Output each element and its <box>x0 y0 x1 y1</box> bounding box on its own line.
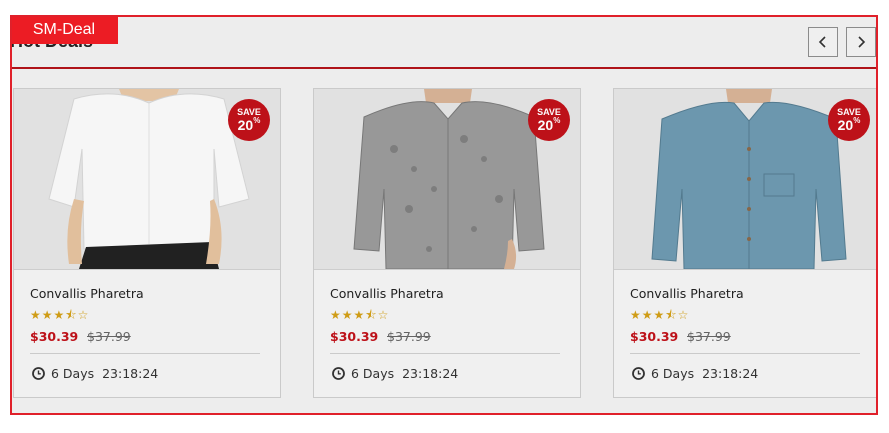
clock-icon <box>632 367 645 380</box>
product-price: $30.39 <box>30 329 79 344</box>
countdown-days: 6 Days <box>351 366 395 381</box>
rating-stars: ★★★⯪☆ <box>330 308 390 322</box>
clock-icon <box>32 367 45 380</box>
sale-badge: SAVE 20% <box>828 99 870 141</box>
heading-divider <box>12 67 876 69</box>
product-price: $30.39 <box>330 329 379 344</box>
module-tag: SM-Deal <box>12 17 118 44</box>
product-card[interactable]: SAVE 20% Convallis Pharetra ★★★⯪☆ $30.39… <box>613 88 876 398</box>
countdown-days: 6 Days <box>51 366 95 381</box>
sale-badge: SAVE 20% <box>228 99 270 141</box>
product-name[interactable]: Convallis Pharetra <box>630 286 744 301</box>
deal-module: SM-Deal Hot Deals SAVE 20 <box>10 15 878 415</box>
product-old-price: $37.99 <box>87 329 131 344</box>
rating-stars: ★★★⯪☆ <box>630 308 690 322</box>
product-card[interactable]: SAVE 20% Convallis Pharetra ★★★⯪☆ $30.39… <box>13 88 281 398</box>
product-price: $30.39 <box>630 329 679 344</box>
card-divider <box>630 353 860 354</box>
countdown: 6 Days 23:18:24 <box>32 366 158 381</box>
chevron-right-icon <box>858 36 866 48</box>
product-name[interactable]: Convallis Pharetra <box>30 286 144 301</box>
product-old-price: $37.99 <box>387 329 431 344</box>
product-card[interactable]: SAVE 20% Convallis Pharetra ★★★⯪☆ $30.39… <box>313 88 581 398</box>
countdown-time: 23:18:24 <box>402 366 459 381</box>
prev-button[interactable] <box>808 27 838 57</box>
rating-stars: ★★★⯪☆ <box>30 308 90 322</box>
sale-badge: SAVE 20% <box>528 99 570 141</box>
card-divider <box>30 353 260 354</box>
clock-icon <box>332 367 345 380</box>
countdown: 6 Days 23:18:24 <box>332 366 458 381</box>
product-old-price: $37.99 <box>687 329 731 344</box>
countdown: 6 Days 23:18:24 <box>632 366 758 381</box>
countdown-time: 23:18:24 <box>102 366 159 381</box>
card-divider <box>330 353 560 354</box>
next-button[interactable] <box>846 27 876 57</box>
product-name[interactable]: Convallis Pharetra <box>330 286 444 301</box>
countdown-time: 23:18:24 <box>702 366 759 381</box>
countdown-days: 6 Days <box>651 366 695 381</box>
chevron-left-icon <box>818 36 826 48</box>
